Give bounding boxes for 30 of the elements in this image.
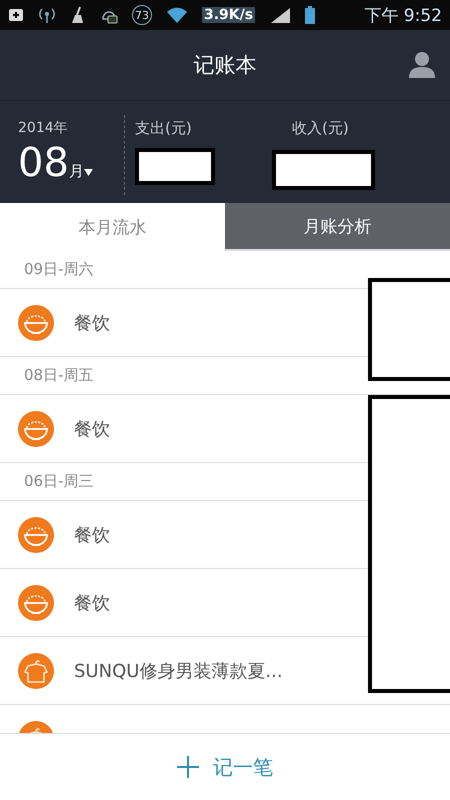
wifi-icon — [166, 6, 188, 24]
entry-name: 餐饮 — [74, 418, 110, 440]
app-title: 记账本 — [194, 52, 256, 79]
user-icon[interactable] — [408, 50, 436, 78]
month-value[interactable]: 08 — [18, 143, 69, 183]
entry-name: 餐饮 — [74, 592, 110, 614]
plus-icon[interactable] — [177, 756, 199, 778]
signal-icon — [269, 6, 292, 24]
add-icon — [8, 7, 24, 23]
expense-label: 支出(元) — [135, 119, 193, 138]
hotspot-icon — [38, 6, 56, 24]
shirt-icon — [18, 652, 54, 688]
bowl-icon — [18, 516, 54, 552]
network-speed: 3.9K/s — [202, 7, 256, 23]
broom-icon — [70, 6, 86, 24]
month-unit: 月 — [68, 162, 84, 181]
entry-name: 餐饮 — [74, 524, 110, 546]
bowl-icon — [18, 410, 54, 446]
battery-icon — [305, 6, 316, 24]
add-entry-button[interactable]: 记一笔 — [213, 754, 273, 780]
clock: 下午 9:52 — [364, 4, 442, 26]
notification-count: 73 — [132, 5, 152, 25]
dropdown-icon[interactable] — [84, 169, 93, 176]
income-label: 收入(元) — [291, 119, 350, 138]
entry-name: SUNQU修身男装薄款夏... — [74, 660, 283, 682]
tab[interactable]: 月账分析 — [225, 203, 450, 251]
bowl-icon — [18, 584, 54, 620]
bowl-icon — [18, 304, 54, 340]
year-label: 2014年 — [18, 119, 69, 137]
entry-name: 餐饮 — [74, 312, 110, 334]
